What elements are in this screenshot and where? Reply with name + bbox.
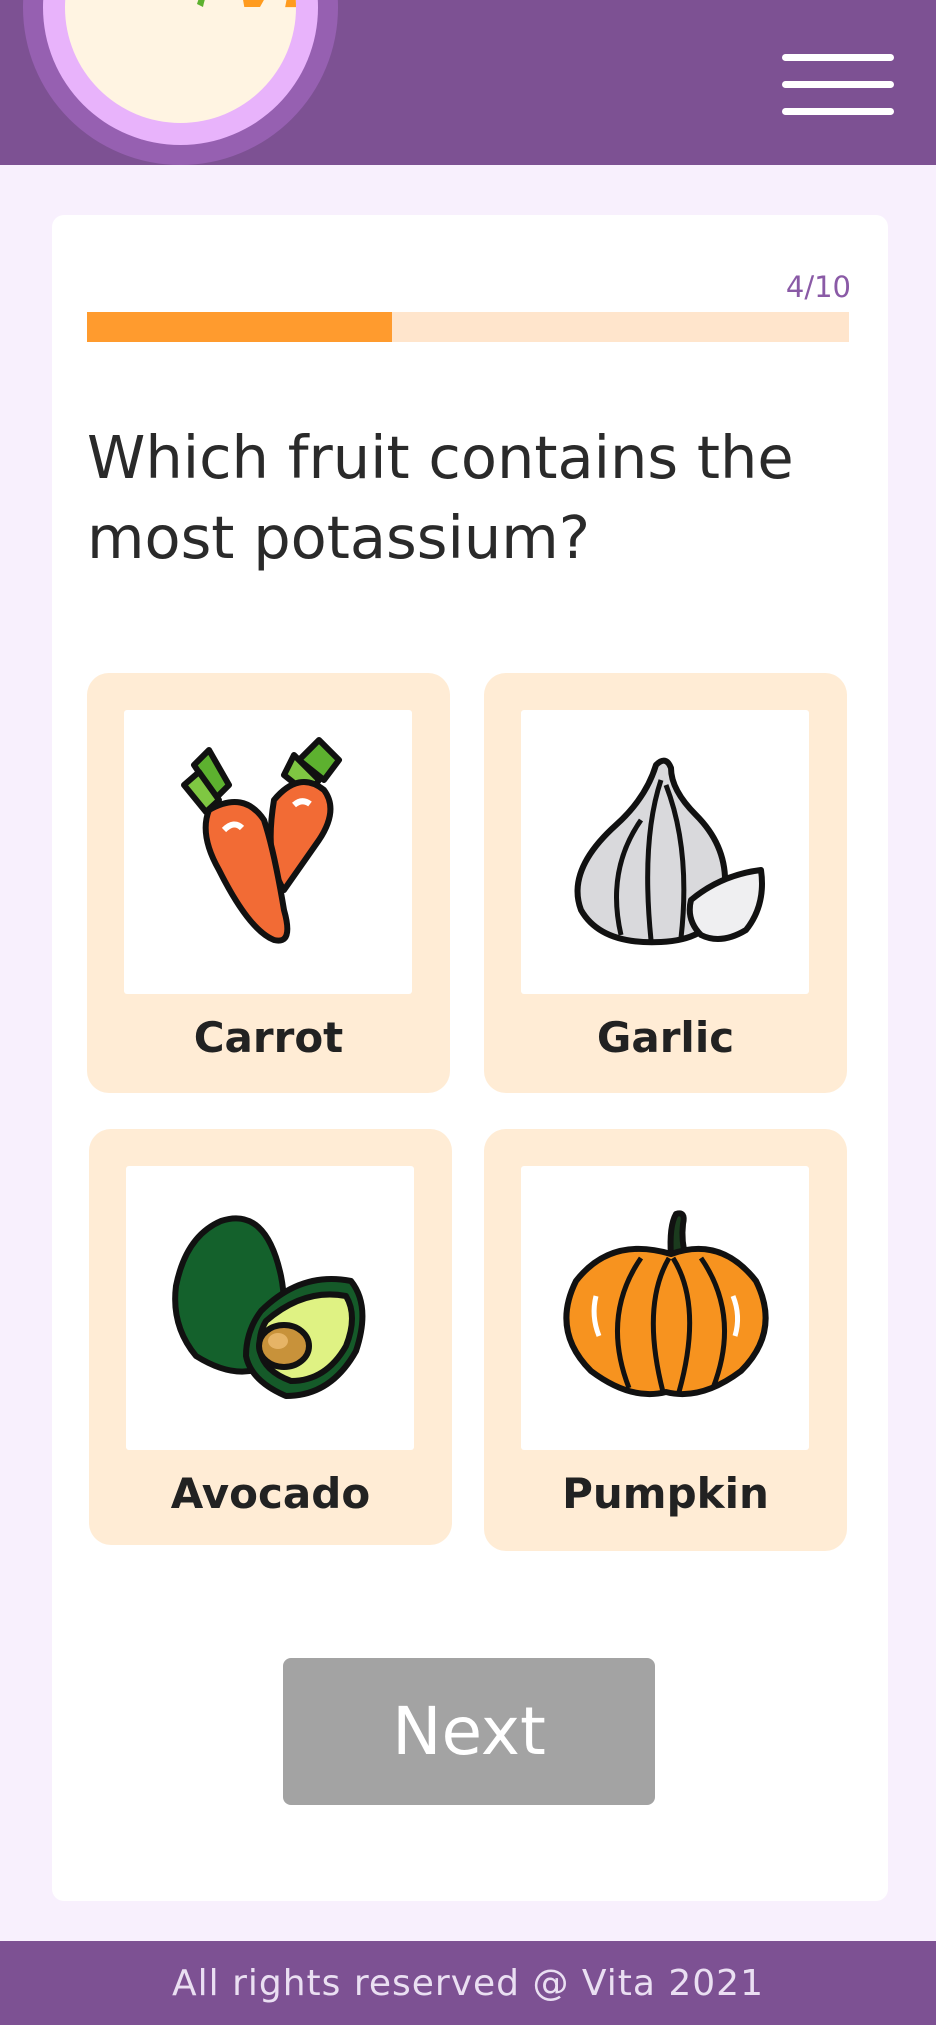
progress-counter: 4/10 [785,270,851,304]
option-pumpkin[interactable]: Pumpkin [484,1129,847,1551]
question-text: Which fruit contains the most potassium? [87,423,794,572]
menu-bar-3 [782,108,894,115]
pumpkin-icon [563,1210,769,1398]
option-label: Garlic [596,1013,735,1062]
progress-bar-fill [87,312,392,342]
option-image [126,1166,414,1450]
logo-text: Vita [230,0,296,24]
vita-logo-icon: Vita [197,0,296,24]
next-button[interactable]: Next [283,1658,655,1805]
option-image [124,710,412,994]
carrot-icon [181,737,342,944]
option-image [521,710,809,994]
option-carrot[interactable]: Carrot [87,673,450,1093]
option-label: Pumpkin [562,1469,769,1518]
option-garlic[interactable]: Garlic [484,673,847,1093]
menu-bar-2 [782,81,894,88]
garlic-icon [574,757,765,946]
avocado-icon [172,1215,366,1399]
app-header: Vita [0,0,936,165]
option-label: Avocado [170,1469,371,1518]
progress-bar [87,312,849,342]
option-label: Carrot [193,1013,344,1062]
option-image [521,1166,809,1450]
option-avocado[interactable]: Avocado [89,1129,452,1545]
footer-copyright: All rights reserved @ Vita 2021 [0,1941,936,2025]
hamburger-menu-button[interactable] [778,50,896,120]
menu-bar-1 [782,54,894,61]
